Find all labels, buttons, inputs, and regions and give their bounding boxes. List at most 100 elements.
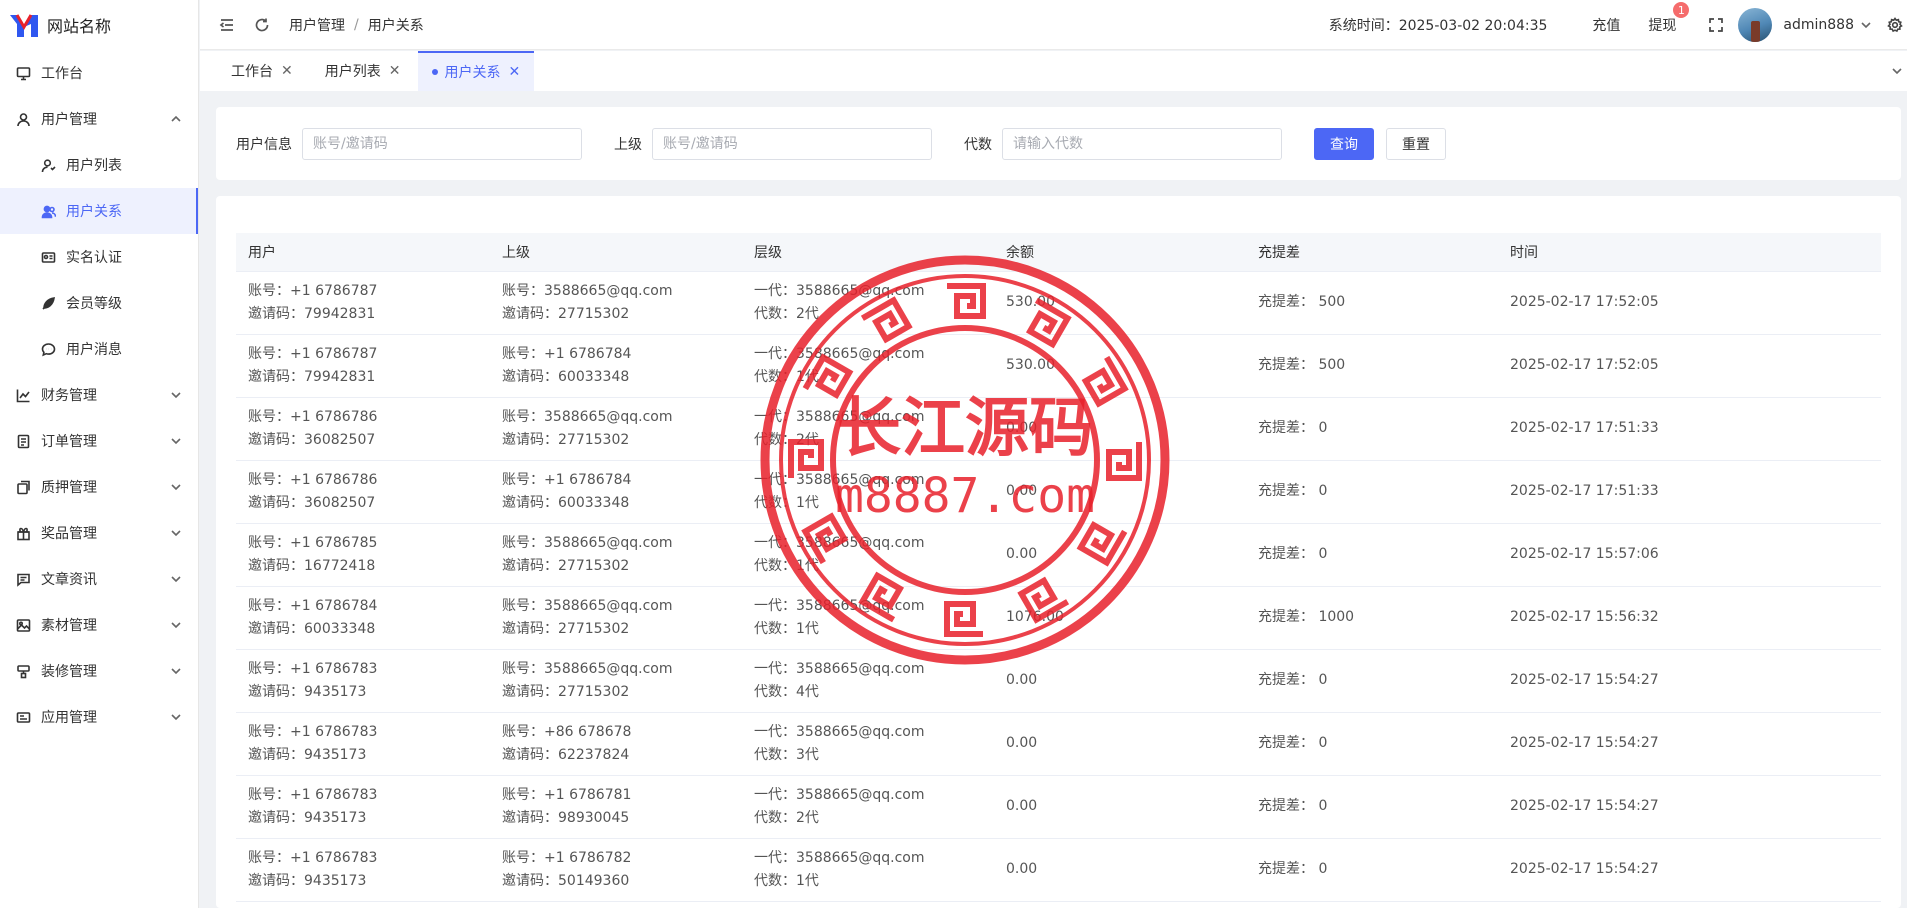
breadcrumb-item-user-relation: 用户关系 bbox=[367, 17, 424, 34]
table-row: 账号：+1 6786785 邀请码：16772418 账号：3588665@qq.c… bbox=[236, 523, 1881, 587]
rocket-icon bbox=[41, 296, 56, 311]
sidebar-item-label: 奖品管理 bbox=[41, 526, 97, 542]
query-button[interactable]: 查询 bbox=[1314, 127, 1374, 160]
table-cell-diff: 充提差： 0 bbox=[1246, 775, 1498, 839]
refresh-icon[interactable] bbox=[254, 17, 270, 33]
table-cell-level_first: 一代：3588665@qq.com 代数：4代 bbox=[742, 649, 994, 713]
cell-parent_code: 邀请码：98930045 bbox=[502, 809, 630, 826]
tab-label: 用户关系 bbox=[444, 65, 501, 81]
cell-balance: 0.00 bbox=[1006, 735, 1038, 751]
tab-2[interactable]: 用户关系 ✕ bbox=[418, 51, 535, 91]
cell-user_account: 账号：+1 6786783 bbox=[248, 723, 378, 740]
sidebar-item-14[interactable]: 应用管理 bbox=[0, 694, 198, 740]
cell-balance: 0.00 bbox=[1006, 546, 1038, 562]
table-cell-user_account: 账号：+1 6786786 邀请码：36082507 bbox=[236, 460, 490, 524]
table-header-row: 用户 上级 层级 余额 充提差 时间 bbox=[236, 233, 1881, 272]
cell-parent_code: 邀请码：27715302 bbox=[502, 620, 630, 637]
cell-balance: 1076.00 bbox=[1006, 609, 1064, 625]
sidebar-item-13[interactable]: 装修管理 bbox=[0, 648, 198, 694]
tab-0[interactable]: 工作台 ✕ bbox=[217, 51, 307, 91]
sidebar-item-label: 用户消息 bbox=[66, 342, 122, 358]
cell-level_first: 一代：3588665@qq.com bbox=[754, 660, 925, 677]
cell-level_gen: 代数：1代 bbox=[754, 368, 819, 385]
cell-level_gen: 代数：1代 bbox=[754, 494, 819, 511]
close-icon[interactable]: ✕ bbox=[508, 64, 520, 80]
sidebar-item-7[interactable]: 财务管理 bbox=[0, 372, 198, 418]
user-list-icon bbox=[41, 158, 56, 173]
chevron-down-icon[interactable] bbox=[1891, 65, 1903, 77]
app-icon bbox=[16, 710, 31, 725]
gear-icon[interactable] bbox=[1887, 17, 1903, 33]
cell-user_code: 邀请码：9435173 bbox=[248, 683, 367, 700]
reset-button[interactable]: 重置 bbox=[1386, 127, 1446, 160]
system-time-value: 2025-03-02 20:04:35 bbox=[1398, 18, 1548, 34]
sidebar-item-11[interactable]: 文章资讯 bbox=[0, 556, 198, 602]
monitor-icon bbox=[16, 66, 31, 81]
sidebar-item-4[interactable]: 实名认证 bbox=[0, 234, 198, 280]
cell-parent_code: 邀请码：27715302 bbox=[502, 683, 630, 700]
avatar[interactable] bbox=[1738, 8, 1773, 42]
sidebar-item-0[interactable]: 工作台 bbox=[0, 50, 198, 96]
table-row: 账号：+1 6786786 邀请码：36082507 账号：3588665@qq.c… bbox=[236, 397, 1881, 461]
withdraw-badge: 1 bbox=[1672, 1, 1691, 19]
sidebar-item-9[interactable]: 质押管理 bbox=[0, 464, 198, 510]
table-cell-balance: 0.00 bbox=[994, 649, 1246, 713]
gift-icon bbox=[16, 526, 31, 541]
table-row: 账号：+1 6786786 邀请码：36082507 账号：+1 6786784 邀请… bbox=[236, 460, 1881, 524]
chart-icon bbox=[16, 388, 31, 403]
cell-balance: 0.00 bbox=[1006, 798, 1038, 814]
user-info-input[interactable] bbox=[302, 127, 582, 160]
table-cell-user_account: 账号：+1 6786783 邀请码：9435173 bbox=[236, 649, 490, 713]
withdraw-link[interactable]: 提现 1 bbox=[1648, 1, 1691, 35]
table-cell-diff: 充提差： 500 bbox=[1246, 271, 1498, 335]
chevron-down-icon[interactable] bbox=[1860, 19, 1872, 31]
generation-label: 代数 bbox=[964, 136, 992, 153]
page-tabs: 工作台 ✕ 用户列表 ✕ 用户关系 ✕ bbox=[200, 51, 1907, 91]
collapse-menu-icon[interactable] bbox=[219, 17, 235, 33]
cell-time: 2025-02-17 15:56:32 bbox=[1510, 609, 1659, 625]
table-cell-level_first: 一代：3588665@qq.com 代数：1代 bbox=[742, 586, 994, 650]
sidebar-item-5[interactable]: 会员等级 bbox=[0, 280, 198, 326]
generation-input[interactable] bbox=[1002, 127, 1282, 160]
table-cell-parent_account: 账号：+1 6786784 邀请码：60033348 bbox=[490, 460, 742, 524]
sidebar-item-1[interactable]: 用户管理 bbox=[0, 96, 198, 142]
image-icon bbox=[16, 618, 31, 633]
sidebar-item-3[interactable]: 用户关系 bbox=[0, 188, 198, 234]
sidebar-item-6[interactable]: 用户消息 bbox=[0, 326, 198, 372]
cell-user_account: 账号：+1 6786783 bbox=[248, 849, 378, 866]
table-body: 账号：+1 6786787 邀请码：79942831 账号：3588665@qq.c… bbox=[236, 271, 1881, 902]
table-cell-diff: 充提差： 0 bbox=[1246, 523, 1498, 587]
sidebar-item-10[interactable]: 奖品管理 bbox=[0, 510, 198, 556]
cell-time: 2025-02-17 15:54:27 bbox=[1510, 672, 1659, 688]
column-header-user: 用户 bbox=[236, 233, 490, 272]
parent-input[interactable] bbox=[652, 127, 932, 160]
table-cell-balance: 0.00 bbox=[994, 397, 1246, 461]
chevron-up-icon bbox=[170, 113, 182, 125]
table-cell-level_first: 一代：3588665@qq.com 代数：3代 bbox=[742, 712, 994, 776]
cell-user_account: 账号：+1 6786784 bbox=[248, 597, 378, 614]
cell-time: 2025-02-17 15:54:27 bbox=[1510, 861, 1659, 877]
cell-parent_code: 邀请码：60033348 bbox=[502, 368, 630, 385]
sidebar-item-12[interactable]: 素材管理 bbox=[0, 602, 198, 648]
cell-level_gen: 代数：2代 bbox=[754, 809, 819, 826]
sidebar-item-8[interactable]: 订单管理 bbox=[0, 418, 198, 464]
breadcrumb-item-user-management[interactable]: 用户管理 bbox=[289, 15, 345, 35]
table-card: 用户 上级 层级 余额 充提差 时间 账号：+1 6786787 邀请码：7994… bbox=[216, 196, 1901, 908]
sidebar-item-label: 用户列表 bbox=[66, 158, 122, 174]
close-icon[interactable]: ✕ bbox=[389, 63, 401, 79]
table-cell-level_first: 一代：3588665@qq.com 代数：2代 bbox=[742, 397, 994, 461]
table-row: 账号：+1 6786787 邀请码：79942831 账号：3588665@qq.c… bbox=[236, 271, 1881, 335]
tab-label: 工作台 bbox=[231, 64, 273, 80]
table-row: 账号：+1 6786787 邀请码：79942831 账号：+1 6786784 邀请… bbox=[236, 334, 1881, 398]
table-cell-time: 2025-02-17 17:52:05 bbox=[1498, 271, 1881, 335]
cell-balance: 530.00 bbox=[1006, 294, 1055, 310]
logo[interactable]: 网站名称 bbox=[0, 0, 198, 50]
tab-1[interactable]: 用户列表 ✕ bbox=[311, 51, 415, 91]
fullscreen-icon[interactable] bbox=[1708, 17, 1724, 33]
table-cell-parent_account: 账号：3588665@qq.com 邀请码：27715302 bbox=[490, 271, 742, 335]
close-icon[interactable]: ✕ bbox=[281, 63, 293, 79]
username[interactable]: admin888 bbox=[1783, 17, 1854, 33]
recharge-link[interactable]: 充值 bbox=[1592, 15, 1620, 35]
cell-balance: 0.00 bbox=[1006, 420, 1038, 436]
sidebar-item-2[interactable]: 用户列表 bbox=[0, 142, 198, 188]
